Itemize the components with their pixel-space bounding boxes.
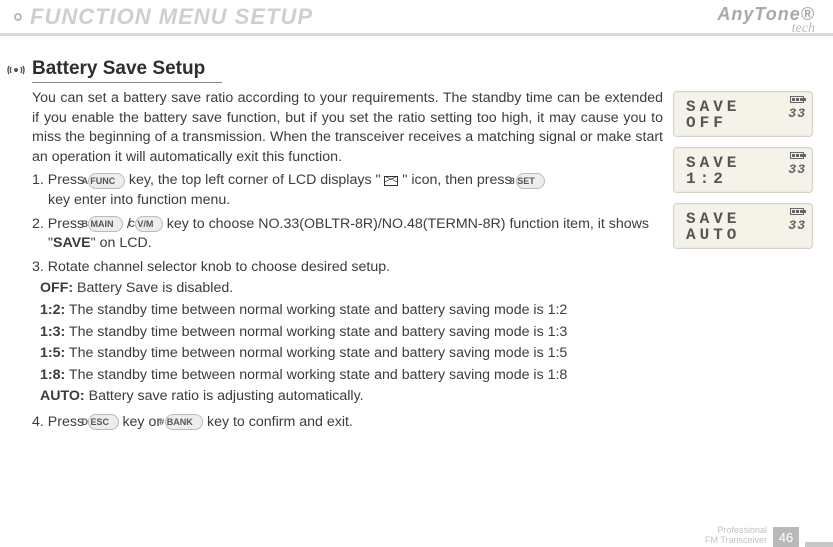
option-18-text: The standby time between normal working … (65, 367, 567, 383)
func-key-icon: A FUNC (88, 173, 125, 189)
footer-bar (805, 542, 833, 547)
step-4-text-b: key or (119, 414, 166, 430)
option-13-text: The standby time between normal working … (65, 324, 567, 340)
header-bullet-icon (14, 13, 22, 21)
content-area: Battery Save Setup You can set a battery… (0, 36, 833, 433)
page-number: 46 (773, 527, 799, 547)
header-title: FUNCTION MENU SETUP (30, 4, 313, 30)
lcd-screen-1: 33 SAVE OFF (673, 91, 813, 137)
step-4-text-a: 4. Press (32, 414, 88, 430)
step-4: 4. Press D ESC key or # BANK key to conf… (32, 413, 663, 433)
lcd-2-num: 33 (788, 162, 806, 177)
brand-logo: AnyTone® tech (717, 4, 815, 37)
broadcast-icon (6, 60, 26, 80)
step-2: 2. Press B MAIN / C V/M key to choose NO… (32, 215, 663, 254)
option-15: 1:5: The standby time between normal wor… (32, 344, 663, 364)
envelope-icon (384, 176, 398, 186)
step-2-bold: SAVE (53, 235, 91, 251)
step-4-text-c: key to confirm and exit. (203, 414, 353, 430)
battery-icon (790, 96, 804, 103)
step-2-text-d: " on LCD. (91, 235, 152, 251)
option-off-label: OFF: (40, 280, 73, 296)
section-title: Battery Save Setup (32, 58, 222, 83)
vm-key-icon: C V/M (135, 216, 163, 232)
option-15-label: 1:5: (40, 345, 65, 361)
option-off: OFF: Battery Save is disabled. (32, 279, 663, 299)
battery-icon (790, 208, 804, 215)
lcd-2-line2: 1:2 (686, 170, 804, 188)
bank-key-icon: # BANK (165, 414, 203, 430)
step-1-text-a: 1. Press (32, 172, 88, 188)
step-1: 1. Press A FUNC key, the top left corner… (32, 171, 663, 210)
lcd-screen-3: 33 SAVE AUTO (673, 203, 813, 249)
step-1-text-d: key enter into function menu. (48, 192, 230, 208)
step-2-text-a: 2. Press (32, 216, 88, 232)
lcd-3-line2: AUTO (686, 226, 804, 244)
option-13: 1:3: The standby time between normal wor… (32, 323, 663, 343)
lcd-1-line2: OFF (686, 114, 804, 132)
footer-text: Professional FM Transceiver (705, 526, 767, 547)
step-1-text-b: key, the top left corner of LCD displays… (125, 172, 384, 188)
option-12-label: 1:2: (40, 302, 65, 318)
option-18-label: 1:8: (40, 367, 65, 383)
lcd-column: 33 SAVE OFF 33 SAVE 1:2 33 SAVE AUTO (673, 89, 813, 433)
option-13-label: 1:3: (40, 324, 65, 340)
page-header: FUNCTION MENU SETUP AnyTone® tech (0, 0, 833, 36)
page-footer: Professional FM Transceiver 46 (705, 526, 833, 547)
option-auto: AUTO: Battery save ratio is adjusting au… (32, 387, 663, 407)
option-12-text: The standby time between normal working … (65, 302, 567, 318)
main-columns: You can set a battery save ratio accordi… (32, 89, 813, 433)
main-key-icon: B MAIN (88, 216, 123, 232)
intro-text: You can set a battery save ratio accordi… (32, 89, 663, 167)
set-key-icon: 8 SET (516, 173, 546, 189)
option-18: 1:8: The standby time between normal wor… (32, 366, 663, 386)
battery-icon (790, 152, 804, 159)
lcd-screen-2: 33 SAVE 1:2 (673, 147, 813, 193)
step-3: 3. Rotate channel selector knob to choos… (32, 258, 663, 278)
option-auto-label: AUTO: (40, 388, 85, 404)
step-1-text-c: " icon, then press (398, 172, 515, 188)
option-12: 1:2: The standby time between normal wor… (32, 301, 663, 321)
option-auto-text: Battery save ratio is adjusting automati… (85, 388, 364, 404)
footer-line2: FM Transceiver (705, 536, 767, 545)
esc-key-icon: D ESC (88, 414, 119, 430)
option-15-text: The standby time between normal working … (65, 345, 567, 361)
lcd-3-num: 33 (788, 218, 806, 233)
lcd-1-num: 33 (788, 106, 806, 121)
option-off-text: Battery Save is disabled. (73, 280, 233, 296)
text-column: You can set a battery save ratio accordi… (32, 89, 663, 433)
